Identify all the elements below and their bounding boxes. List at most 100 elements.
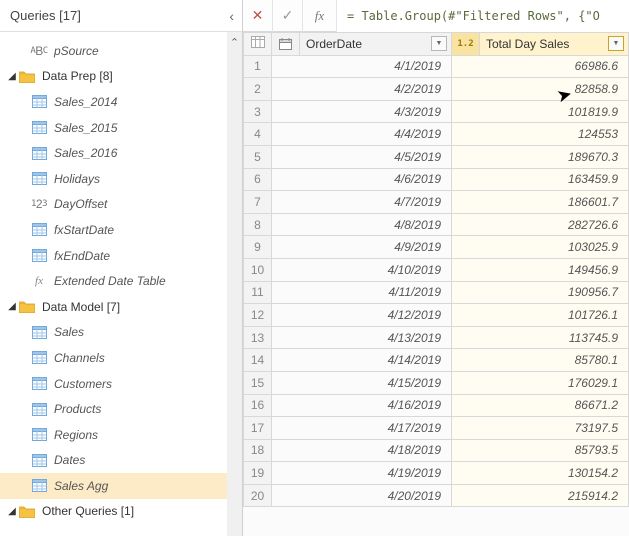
cell-total-day-sales[interactable]: 85793.5: [452, 439, 629, 462]
row-header[interactable]: 7: [244, 191, 272, 214]
query-item-extended-date-table[interactable]: fxExtended Date Table: [0, 268, 242, 294]
cell-total-day-sales[interactable]: 282726.6: [452, 213, 629, 236]
row-header[interactable]: 9: [244, 236, 272, 259]
query-item-holidays[interactable]: Holidays: [0, 166, 242, 192]
group-other-queries[interactable]: ◢ Other Queries [1]: [0, 499, 242, 525]
scroll-up-icon[interactable]: ⌃: [230, 36, 239, 49]
cell-total-day-sales[interactable]: 73197.5: [452, 417, 629, 440]
row-header[interactable]: 17: [244, 417, 272, 440]
query-item-dayoffset[interactable]: 123DayOffset: [0, 192, 242, 218]
query-item-sales-2014[interactable]: Sales_2014: [0, 89, 242, 115]
cell-orderdate[interactable]: 4/12/2019: [272, 304, 452, 327]
column-header-orderdate[interactable]: OrderDate ▼: [272, 33, 452, 56]
cell-total-day-sales[interactable]: 163459.9: [452, 168, 629, 191]
row-header[interactable]: 14: [244, 349, 272, 372]
row-header[interactable]: 8: [244, 213, 272, 236]
cell-orderdate[interactable]: 4/19/2019: [272, 462, 452, 485]
query-item-sales-2015[interactable]: Sales_2015: [0, 115, 242, 141]
table-row[interactable]: 124/12/2019101726.1: [244, 304, 629, 327]
query-item-sales[interactable]: Sales: [0, 320, 242, 346]
table-row[interactable]: 104/10/2019149456.9: [244, 258, 629, 281]
cell-orderdate[interactable]: 4/11/2019: [272, 281, 452, 304]
group-data-model[interactable]: ◢ Data Model [7]: [0, 294, 242, 320]
row-header[interactable]: 1: [244, 55, 272, 78]
row-header[interactable]: 13: [244, 326, 272, 349]
table-row[interactable]: 94/9/2019103025.9: [244, 236, 629, 259]
cell-orderdate[interactable]: 4/18/2019: [272, 439, 452, 462]
row-header[interactable]: 2: [244, 78, 272, 101]
table-row[interactable]: 44/4/2019124553: [244, 123, 629, 146]
commit-formula-button[interactable]: ✓: [273, 0, 303, 32]
cell-orderdate[interactable]: 4/14/2019: [272, 349, 452, 372]
query-item-customers[interactable]: Customers: [0, 371, 242, 397]
cell-total-day-sales[interactable]: 149456.9: [452, 258, 629, 281]
cell-orderdate[interactable]: 4/2/2019: [272, 78, 452, 101]
cell-orderdate[interactable]: 4/1/2019: [272, 55, 452, 78]
cell-orderdate[interactable]: 4/8/2019: [272, 213, 452, 236]
table-row[interactable]: 74/7/2019186601.7: [244, 191, 629, 214]
column-header-total-day-sales[interactable]: 1.2 Total Day Sales ▼: [452, 33, 629, 56]
cell-total-day-sales[interactable]: 66986.6: [452, 55, 629, 78]
row-header[interactable]: 11: [244, 281, 272, 304]
table-row[interactable]: 14/1/201966986.6: [244, 55, 629, 78]
cell-total-day-sales[interactable]: 176029.1: [452, 371, 629, 394]
table-row[interactable]: 144/14/201985780.1: [244, 349, 629, 372]
cell-orderdate[interactable]: 4/16/2019: [272, 394, 452, 417]
fx-icon[interactable]: fx: [303, 0, 337, 32]
cell-total-day-sales[interactable]: 190956.7: [452, 281, 629, 304]
cell-orderdate[interactable]: 4/7/2019: [272, 191, 452, 214]
table-row[interactable]: 174/17/201973197.5: [244, 417, 629, 440]
table-row[interactable]: 164/16/201986671.2: [244, 394, 629, 417]
table-row[interactable]: 134/13/2019113745.9: [244, 326, 629, 349]
collapse-sidebar-icon[interactable]: ‹: [229, 8, 234, 24]
cell-orderdate[interactable]: 4/13/2019: [272, 326, 452, 349]
query-item-regions[interactable]: Regions: [0, 422, 242, 448]
row-header[interactable]: 12: [244, 304, 272, 327]
table-row[interactable]: 204/20/2019215914.2: [244, 484, 629, 507]
row-header[interactable]: 16: [244, 394, 272, 417]
cell-orderdate[interactable]: 4/10/2019: [272, 258, 452, 281]
cell-total-day-sales[interactable]: 85780.1: [452, 349, 629, 372]
table-row[interactable]: 114/11/2019190956.7: [244, 281, 629, 304]
cell-orderdate[interactable]: 4/6/2019: [272, 168, 452, 191]
table-row[interactable]: 194/19/2019130154.2: [244, 462, 629, 485]
cell-orderdate[interactable]: 4/15/2019: [272, 371, 452, 394]
cell-total-day-sales[interactable]: 124553: [452, 123, 629, 146]
table-row[interactable]: 184/18/201985793.5: [244, 439, 629, 462]
cancel-formula-button[interactable]: ✕: [243, 0, 273, 32]
formula-input[interactable]: = Table.Group(#"Filtered Rows", {"O: [337, 0, 629, 32]
query-item-sales-2016[interactable]: Sales_2016: [0, 140, 242, 166]
query-item-sales-agg[interactable]: Sales Agg: [0, 473, 242, 499]
row-header[interactable]: 20: [244, 484, 272, 507]
cell-total-day-sales[interactable]: 186601.7: [452, 191, 629, 214]
select-all-corner[interactable]: [244, 33, 272, 56]
cell-total-day-sales[interactable]: 101726.1: [452, 304, 629, 327]
table-row[interactable]: 84/8/2019282726.6: [244, 213, 629, 236]
query-item-channels[interactable]: Channels: [0, 345, 242, 371]
column-filter-dropdown[interactable]: ▼: [608, 36, 624, 51]
row-header[interactable]: 4: [244, 123, 272, 146]
cell-total-day-sales[interactable]: 101819.9: [452, 100, 629, 123]
cell-total-day-sales[interactable]: 86671.2: [452, 394, 629, 417]
cell-total-day-sales[interactable]: 103025.9: [452, 236, 629, 259]
cell-total-day-sales[interactable]: 189670.3: [452, 145, 629, 168]
cell-orderdate[interactable]: 4/3/2019: [272, 100, 452, 123]
query-item-fxenddate[interactable]: fxEndDate: [0, 243, 242, 269]
table-row[interactable]: 64/6/2019163459.9: [244, 168, 629, 191]
query-item-products[interactable]: Products: [0, 396, 242, 422]
row-header[interactable]: 18: [244, 439, 272, 462]
cell-total-day-sales[interactable]: 82858.9: [452, 78, 629, 101]
table-row[interactable]: 34/3/2019101819.9: [244, 100, 629, 123]
row-header[interactable]: 15: [244, 371, 272, 394]
table-row[interactable]: 54/5/2019189670.3: [244, 145, 629, 168]
query-item-fxstartdate[interactable]: fxStartDate: [0, 217, 242, 243]
group-data-prep[interactable]: ◢ Data Prep [8]: [0, 64, 242, 90]
query-item-dates[interactable]: Dates: [0, 448, 242, 474]
row-header[interactable]: 5: [244, 145, 272, 168]
row-header[interactable]: 3: [244, 100, 272, 123]
column-filter-dropdown[interactable]: ▼: [431, 36, 447, 51]
cell-orderdate[interactable]: 4/4/2019: [272, 123, 452, 146]
cell-orderdate[interactable]: 4/5/2019: [272, 145, 452, 168]
query-psource[interactable]: ABC pSource: [0, 38, 242, 64]
cell-total-day-sales[interactable]: 113745.9: [452, 326, 629, 349]
